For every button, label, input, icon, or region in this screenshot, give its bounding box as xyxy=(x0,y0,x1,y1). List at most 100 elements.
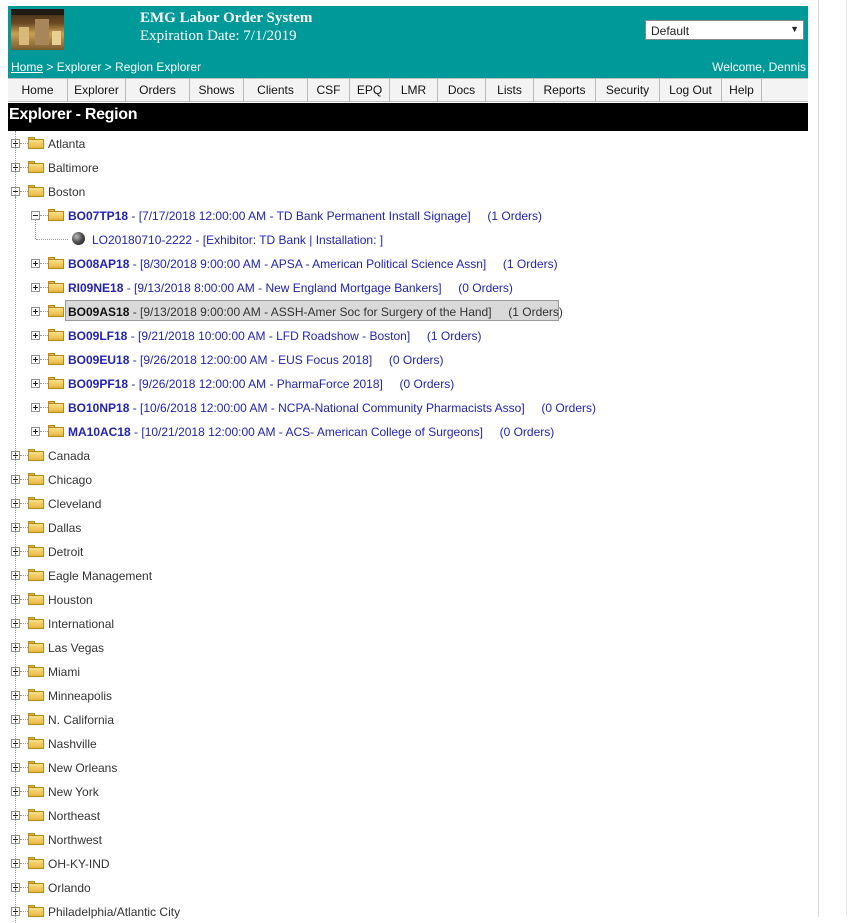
show-detail: - [9/21/2018 10:00:00 AM - LFD Roadshow … xyxy=(127,329,411,343)
show-item-bo09pf18[interactable]: BO09PF18 - [9/26/2018 12:00:00 AM - Phar… xyxy=(68,377,454,391)
tree-line xyxy=(36,239,68,240)
nav-shows[interactable]: Shows xyxy=(190,79,244,101)
nav-reports[interactable]: Reports xyxy=(534,79,596,101)
region-boston[interactable]: Boston xyxy=(48,185,85,199)
show-item-bo10np18[interactable]: BO10NP18 - [10/6/2018 12:00:00 AM - NCPA… xyxy=(68,401,596,415)
show-item-ma10ac18[interactable]: MA10AC18 - [10/21/2018 12:00:00 AM - ACS… xyxy=(68,425,554,439)
folder-icon xyxy=(48,353,64,365)
folder-icon xyxy=(28,689,44,701)
nav-security[interactable]: Security xyxy=(596,79,660,101)
folder-icon xyxy=(28,833,44,845)
tree-line xyxy=(20,455,28,456)
folder-icon xyxy=(28,449,44,461)
region-dallas[interactable]: Dallas xyxy=(48,521,81,535)
folder-icon xyxy=(48,281,64,293)
expand-icon[interactable] xyxy=(31,355,40,364)
nav-help[interactable]: Help xyxy=(722,79,762,101)
breadcrumb-home-link[interactable]: Home xyxy=(11,60,43,74)
region-atlanta[interactable]: Atlanta xyxy=(48,137,85,151)
expand-icon[interactable] xyxy=(31,403,40,412)
region-oh-ky-ind[interactable]: OH-KY-IND xyxy=(48,857,110,871)
main-nav: Home Explorer Orders Shows Clients CSF EPQ LMR D… xyxy=(8,78,808,102)
expand-icon[interactable] xyxy=(31,379,40,388)
expiration-date: Expiration Date: 7/1/2019 xyxy=(140,28,297,44)
region-n-california[interactable]: N. California xyxy=(48,713,114,727)
region-northwest[interactable]: Northwest xyxy=(48,833,102,847)
show-detail: - [9/26/2018 12:00:00 AM - EUS Focus 201… xyxy=(129,353,373,367)
expand-icon[interactable] xyxy=(31,427,40,436)
show-item-bo08ap18[interactable]: BO08AP18 - [8/30/2018 9:00:00 AM - APSA … xyxy=(68,257,558,271)
tree-line xyxy=(20,863,28,864)
expand-icon[interactable] xyxy=(31,283,40,292)
folder-icon xyxy=(48,401,64,413)
show-item-bo07tp18[interactable]: BO07TP18 - [7/17/2018 12:00:00 AM - TD B… xyxy=(68,209,542,223)
folder-icon xyxy=(28,593,44,605)
nav-orders[interactable]: Orders xyxy=(126,79,190,101)
tree-line xyxy=(35,219,36,239)
show-item-ri09ne18[interactable]: RI09NE18 - [9/13/2018 8:00:00 AM - New E… xyxy=(68,281,513,295)
region-chicago[interactable]: Chicago xyxy=(48,473,92,487)
region-new-york[interactable]: New York xyxy=(48,785,99,799)
folder-icon xyxy=(28,713,44,725)
region-international[interactable]: International xyxy=(48,617,114,631)
region-houston[interactable]: Houston xyxy=(48,593,93,607)
show-detail: - [8/30/2018 9:00:00 AM - APSA - America… xyxy=(129,257,487,271)
show-code: BO09LF18 xyxy=(68,329,128,343)
expand-icon[interactable] xyxy=(31,259,40,268)
region-minneapolis[interactable]: Minneapolis xyxy=(48,689,112,703)
folder-icon xyxy=(28,905,44,917)
page-title: Explorer - Region xyxy=(9,106,138,123)
app-logo xyxy=(11,9,64,50)
region-detroit[interactable]: Detroit xyxy=(48,545,83,559)
region-cleveland[interactable]: Cleveland xyxy=(48,497,101,511)
nav-csf[interactable]: CSF xyxy=(308,79,350,101)
show-code: BO08AP18 xyxy=(68,257,130,271)
nav-clients[interactable]: Clients xyxy=(244,79,308,101)
region-northeast[interactable]: Northeast xyxy=(48,809,100,823)
folder-icon xyxy=(48,377,64,389)
tree-line xyxy=(20,911,28,912)
breadcrumb-trail: > Explorer > Region Explorer xyxy=(43,60,202,74)
region-canada[interactable]: Canada xyxy=(48,449,90,463)
show-code: BO09AS18 xyxy=(68,305,130,319)
nav-lmr[interactable]: LMR xyxy=(390,79,438,101)
folder-icon xyxy=(28,521,44,533)
folder-icon xyxy=(28,545,44,557)
profile-select[interactable]: Default ▼ xyxy=(645,20,804,40)
welcome-text: Welcome, Dennis xyxy=(712,60,806,74)
region-orlando[interactable]: Orlando xyxy=(48,881,91,895)
tree-line xyxy=(15,131,16,923)
region-baltimore[interactable]: Baltimore xyxy=(48,161,99,175)
show-item-bo09eu18[interactable]: BO09EU18 - [9/26/2018 12:00:00 AM - EUS … xyxy=(68,353,444,367)
page-edge-line-2 xyxy=(846,0,847,917)
region-new-orleans[interactable]: New Orleans xyxy=(48,761,117,775)
expand-icon[interactable] xyxy=(31,331,40,340)
nav-log-out[interactable]: Log Out xyxy=(660,79,722,101)
app-title: EMG Labor Order System xyxy=(140,10,313,26)
region-nashville[interactable]: Nashville xyxy=(48,737,97,751)
show-detail: - [7/17/2018 12:00:00 AM - TD Bank Perma… xyxy=(128,209,471,223)
nav-explorer[interactable]: Explorer xyxy=(68,79,126,101)
folder-icon xyxy=(28,761,44,773)
nav-epq[interactable]: EPQ xyxy=(350,79,390,101)
nav-home[interactable]: Home xyxy=(8,79,68,101)
tree-line xyxy=(40,263,48,264)
page-title-bar: Explorer - Region xyxy=(8,103,808,131)
expand-icon[interactable] xyxy=(31,307,40,316)
show-code: RI09NE18 xyxy=(68,281,124,295)
order-item-link[interactable]: LO20180710-2222 - [Exhibitor: TD Bank | … xyxy=(92,233,383,247)
region-las-vegas[interactable]: Las Vegas xyxy=(48,641,104,655)
tree-line xyxy=(20,527,28,528)
nav-docs[interactable]: Docs xyxy=(438,79,486,101)
nav-lists[interactable]: Lists xyxy=(486,79,534,101)
region-miami[interactable]: Miami xyxy=(48,665,80,679)
region-eagle-management[interactable]: Eagle Management xyxy=(48,569,152,583)
breadcrumb: Home > Explorer > Region Explorer xyxy=(11,60,201,74)
profile-select-value: Default xyxy=(651,24,690,38)
order-ball-icon xyxy=(72,232,85,245)
show-item-bo09lf18[interactable]: BO09LF18 - [9/21/2018 10:00:00 AM - LFD … xyxy=(68,329,482,343)
tree-line xyxy=(20,791,28,792)
folder-icon xyxy=(48,209,64,221)
tree-line xyxy=(20,575,28,576)
show-item-bo09as18[interactable]: BO09AS18 - [9/13/2018 9:00:00 AM - ASSH-… xyxy=(68,305,563,319)
